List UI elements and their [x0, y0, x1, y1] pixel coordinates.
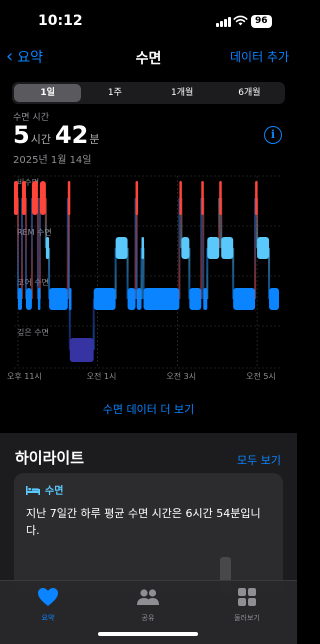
segment-1-week[interactable]: 1주: [81, 84, 148, 102]
tab-browse[interactable]: 둘러보기: [217, 587, 277, 623]
sleep-segment-bar: [189, 288, 202, 310]
highlights-title: 하이라이트: [15, 449, 85, 467]
tab-summary[interactable]: 요약: [18, 587, 78, 623]
stage-label: 깊은 수면: [17, 327, 49, 337]
sleep-segment-bar: [39, 181, 46, 215]
sleep-segment-bar: [45, 237, 50, 259]
hours-unit: 시간: [30, 133, 51, 146]
sleep-segment-bar: [21, 181, 26, 215]
sleep-segment-bar: [37, 288, 41, 310]
sleep-segment-bar: [136, 288, 142, 310]
people-icon: [137, 589, 159, 605]
sleep-minutes: 42: [54, 121, 89, 149]
sleep-segment-bar: [219, 181, 222, 215]
tab-sharing-label: 공유: [141, 614, 155, 622]
period-segmented-control: 1일 1주 1개월 6개월: [12, 82, 285, 104]
segment-6-months[interactable]: 6개월: [216, 84, 283, 102]
sleep-segment-bar: [143, 288, 180, 310]
x-tick-label: 오전 3시: [166, 371, 196, 381]
sleep-segment-bar: [179, 181, 182, 215]
tab-sharing[interactable]: 공유: [118, 587, 178, 623]
highlight-card[interactable]: 수면 지난 7일간 하루 평균 수면 시간은 6시간 54분입니다.: [14, 473, 283, 593]
status-bar: 10:12 96: [0, 0, 297, 44]
sleep-segment-bar: [14, 181, 18, 215]
segment-1-day[interactable]: 1일: [14, 84, 82, 102]
sleep-hours: 5: [13, 121, 30, 149]
minutes-unit: 분: [89, 133, 100, 146]
card-text: 지난 7일간 하루 평균 수면 시간은 6시간 54분입니다.: [26, 507, 261, 537]
status-time: 10:12: [38, 13, 83, 29]
sleep-stages-chart: 비수면REM 수면코어 수면깊은 수면오후 11시 오전 1시 오전 3시 오전 5시: [7, 175, 281, 381]
home-indicator: [98, 632, 198, 636]
wifi-icon: [233, 15, 248, 26]
sleep-segment-bar: [181, 237, 190, 259]
signal-icon: [216, 17, 232, 27]
bed-icon: [26, 485, 40, 495]
battery-indicator: 96: [251, 15, 272, 28]
sleep-segment-bar: [257, 237, 270, 259]
x-tick-label: 오후 11시: [7, 372, 42, 381]
sleep-segment-bar: [135, 181, 139, 215]
x-tick-label: 오전 5시: [246, 371, 276, 381]
sleep-segment-bar: [67, 181, 71, 215]
sleep-segment-bar: [25, 288, 32, 310]
sleep-segment-bar: [68, 288, 72, 310]
sleep-segment-bar: [141, 237, 145, 259]
info-icon[interactable]: i: [264, 126, 282, 144]
sleep-segment-bar: [203, 288, 208, 310]
tab-browse-label: 둘러보기: [234, 614, 260, 622]
show-all-button[interactable]: 모두 보기: [237, 452, 281, 468]
add-data-button[interactable]: 데이터 추가: [230, 48, 289, 65]
tab-summary-label: 요약: [41, 614, 55, 622]
sleep-segment-bar: [115, 237, 128, 259]
x-tick-label: 오전 1시: [87, 371, 117, 381]
sleep-segment-bar: [49, 288, 68, 310]
more-sleep-data-link[interactable]: 수면 데이터 더 보기: [0, 401, 297, 417]
sleep-segment-bar: [93, 288, 116, 310]
sleep-segment-bar: [17, 288, 22, 310]
navigation-bar: ‹ 요약 수면 데이터 추가: [0, 44, 297, 72]
sleep-segment-bar: [233, 288, 256, 310]
segment-1-month[interactable]: 1개월: [149, 84, 216, 102]
sleep-duration: 5 시간 42 분: [13, 121, 103, 149]
sleep-segment-bar: [269, 288, 280, 310]
sleep-segment-bar: [31, 181, 38, 215]
sleep-segment-bar: [207, 237, 220, 259]
sleep-segment-bar: [221, 237, 234, 259]
sleep-segment-bar: [201, 181, 204, 215]
heart-icon: [38, 588, 58, 606]
grid-icon: [238, 588, 256, 606]
sleep-segment-bar: [255, 181, 258, 215]
sleep-segment-bar: [69, 338, 94, 362]
sleep-date: 2025년 1월 14일: [13, 155, 92, 166]
card-header: 수면: [26, 482, 63, 497]
card-category: 수면: [45, 486, 64, 497]
sleep-segment-bar: [127, 288, 136, 310]
